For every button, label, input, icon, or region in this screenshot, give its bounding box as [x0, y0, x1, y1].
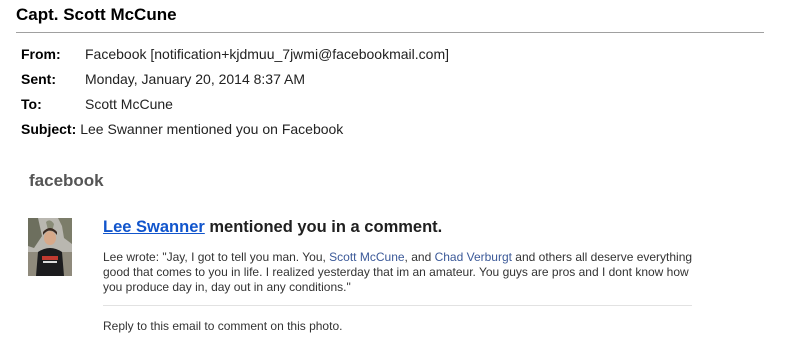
avatar[interactable]: [28, 218, 72, 276]
facebook-logo[interactable]: facebook: [29, 171, 104, 191]
sent-label: Sent:: [21, 71, 56, 87]
subject-label: Subject:: [21, 121, 77, 137]
from-row: From: Facebook [notification+kjdmuu_7jwmi…: [21, 46, 449, 62]
header-divider: [16, 32, 764, 33]
subject-row: Subject: Lee Swanner mentioned you on Fac…: [21, 121, 343, 137]
mention-chad-verburgt-link[interactable]: Chad Verburgt: [435, 250, 512, 264]
notification-divider: [103, 305, 692, 306]
from-value[interactable]: Facebook [notification+kjdmuu_7jwmi@face…: [85, 46, 449, 62]
sent-value: Monday, January 20, 2014 8:37 AM: [85, 71, 305, 87]
to-label: To:: [21, 96, 42, 112]
subject-value: Lee Swanner mentioned you on Facebook: [80, 121, 344, 137]
to-row: To: Scott McCune: [21, 96, 173, 112]
sent-row: Sent: Monday, January 20, 2014 8:37 AM: [21, 71, 305, 87]
from-label: From:: [21, 46, 61, 62]
notification-title: Lee Swanner mentioned you in a comment.: [103, 218, 442, 237]
profile-photo-icon: [28, 218, 72, 276]
mention-scott-mccune-link[interactable]: Scott McCune: [329, 250, 404, 264]
to-value[interactable]: Scott McCune: [85, 96, 173, 112]
comment-prefix: Lee wrote: "Jay, I got to tell you man. …: [103, 250, 330, 264]
reply-hint: Reply to this email to comment on this p…: [103, 319, 343, 333]
comment-text: Lee wrote: "Jay, I got to tell you man. …: [103, 250, 703, 295]
comment-middle: , and: [404, 250, 435, 264]
actor-name-link[interactable]: Lee Swanner: [103, 218, 205, 236]
notification-title-text: mentioned you in a comment.: [204, 218, 443, 236]
sender-name: Capt. Scott McCune: [16, 5, 177, 24]
